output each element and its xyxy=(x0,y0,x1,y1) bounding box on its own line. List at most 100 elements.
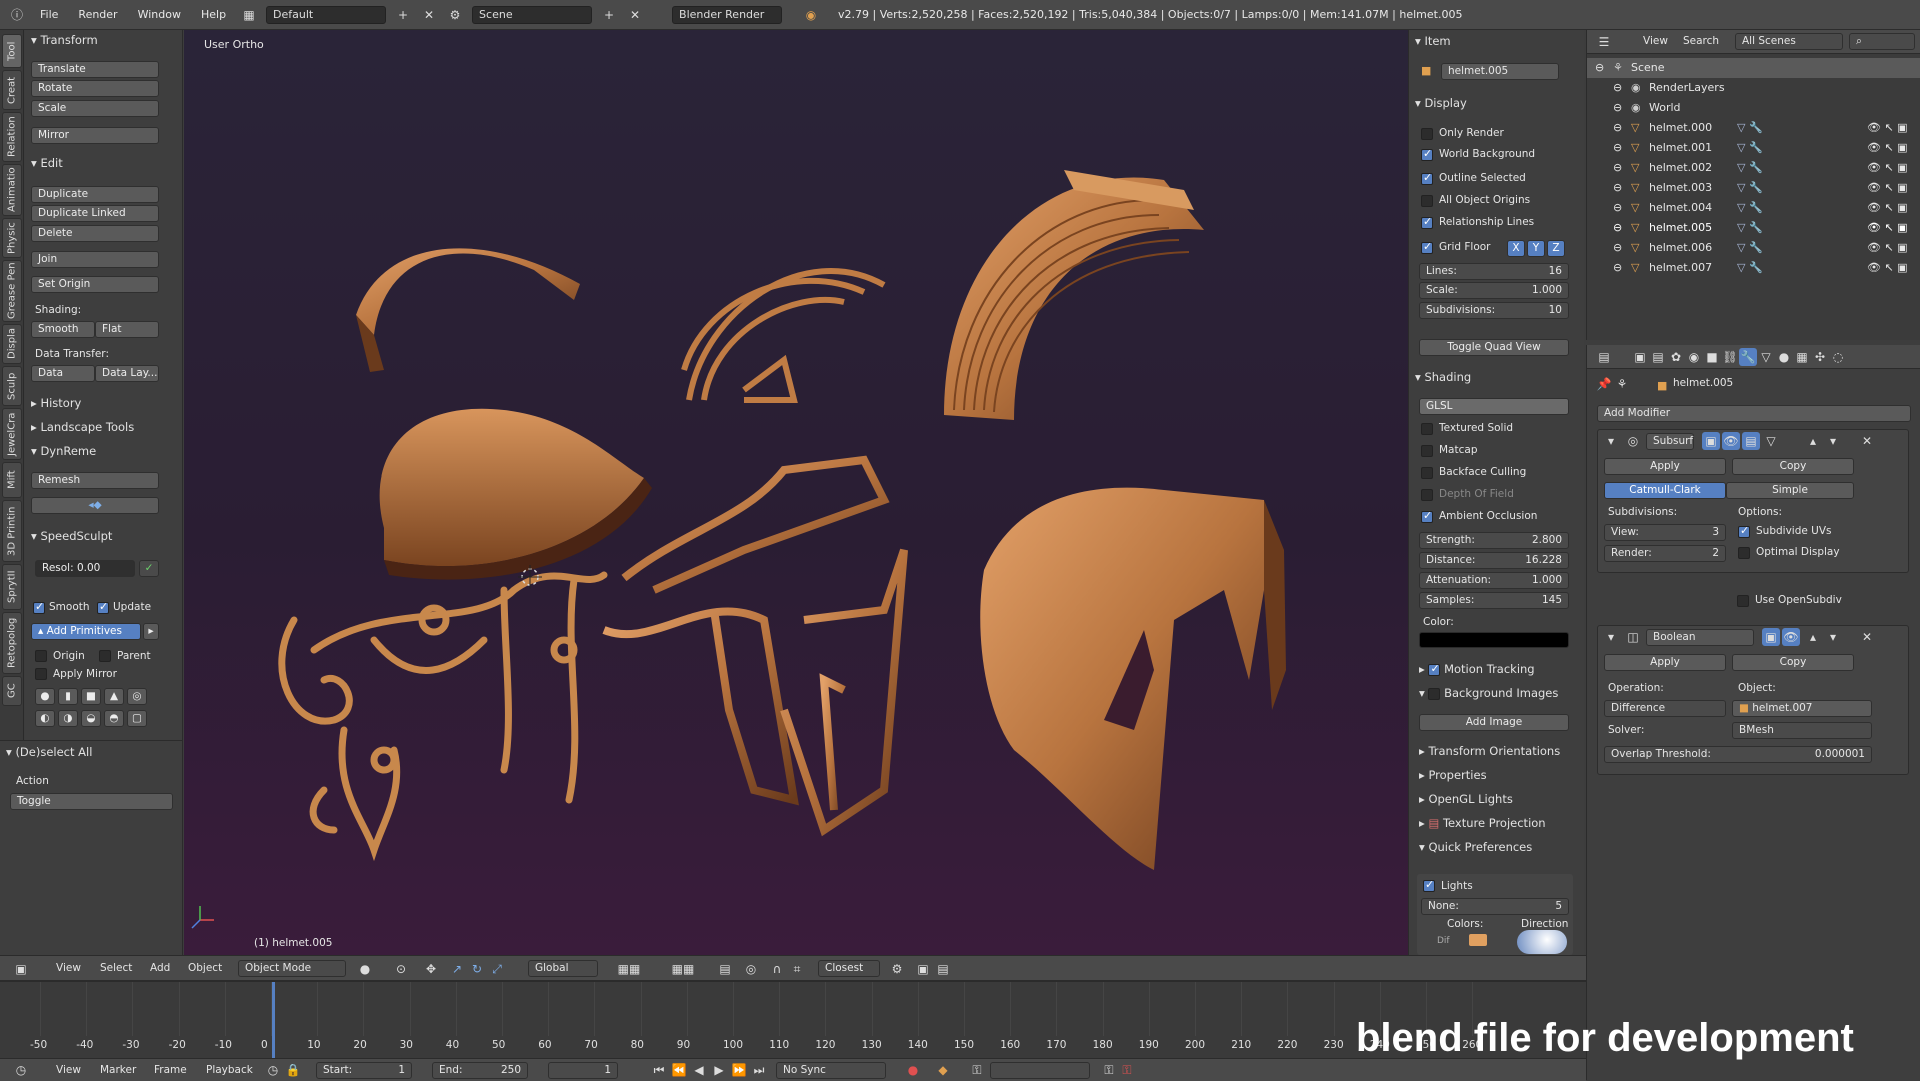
edit-panel-header[interactable]: ▾ Edit xyxy=(31,156,63,170)
translate-manipulator-icon[interactable]: ↗ xyxy=(448,960,466,978)
transform-panel-header[interactable]: ▾ Transform xyxy=(31,33,98,47)
cone-primitive-icon[interactable]: ▲ xyxy=(104,688,124,705)
current-frame-field[interactable]: 1 xyxy=(548,1062,618,1079)
outliner-row[interactable]: ⊖ ▽ helmet.000 ▽ 🔧 👁 ↖ ▣ xyxy=(1587,118,1920,138)
flat-button[interactable]: Flat xyxy=(95,321,159,338)
outliner-row[interactable]: ⊖ ▽ helmet.002 ▽ 🔧 👁 ↖ ▣ xyxy=(1587,158,1920,178)
ao-attenuation-field[interactable]: Attenuation: 1.000 xyxy=(1419,572,1569,589)
subsurf-copy-button[interactable]: Copy xyxy=(1732,458,1854,475)
render-camera-icon[interactable]: ▣ xyxy=(914,960,932,978)
cylinder-alt-primitive-icon[interactable]: ◑ xyxy=(58,710,78,727)
visibility-icon[interactable]: 👁 ↖ ▣ xyxy=(1867,241,1908,254)
outliner-row[interactable]: ⊖ ▽ helmet.006 ▽ 🔧 👁 ↖ ▣ xyxy=(1587,238,1920,258)
torus-primitive-icon[interactable]: ◎ xyxy=(127,688,147,705)
layers-grid-2-icon[interactable]: ▦▦ xyxy=(660,960,706,978)
keying-set-select[interactable] xyxy=(990,1062,1090,1079)
parent-checkbox[interactable] xyxy=(99,650,111,662)
end-frame-field[interactable]: End: 250 xyxy=(432,1062,528,1079)
sphere-alt-primitive-icon[interactable]: ◐ xyxy=(35,710,55,727)
overlap-threshold-field[interactable]: Overlap Threshold: 0.000001 xyxy=(1604,746,1872,763)
menu-render[interactable]: Render xyxy=(72,6,123,23)
keying-set-icon[interactable]: ⚿ xyxy=(968,1061,986,1079)
transform-orientations-header[interactable]: ▸ Transform Orientations xyxy=(1419,744,1560,758)
grid-x-toggle[interactable]: X xyxy=(1507,240,1525,257)
pivot-icon[interactable]: ⊙ xyxy=(392,960,410,978)
delete-button[interactable]: Delete xyxy=(31,225,159,242)
cube-alt-primitive-icon[interactable]: ◒ xyxy=(81,710,101,727)
expand-icon[interactable]: ⊖ xyxy=(1595,61,1604,74)
data-layers-button[interactable]: Data Lay... xyxy=(95,365,159,382)
jump-end-icon[interactable]: ⏭ xyxy=(750,1061,768,1079)
constraints-tab-icon[interactable]: ⛓ xyxy=(1721,348,1739,366)
update-checkbox[interactable] xyxy=(97,600,109,614)
menu-window[interactable]: Window xyxy=(132,6,187,23)
object-tab-icon[interactable]: ■ xyxy=(1703,348,1721,366)
cylinder-primitive-icon[interactable]: ▮ xyxy=(58,688,78,705)
menu-file[interactable]: File xyxy=(34,6,64,23)
sphere-primitive-icon[interactable]: ● xyxy=(35,688,55,705)
viewport-shading-icon[interactable]: ● xyxy=(356,960,374,978)
subsurf-remove-icon[interactable]: ✕ xyxy=(1858,432,1876,450)
operation-select[interactable]: Difference xyxy=(1604,700,1726,717)
menu-help[interactable]: Help xyxy=(195,6,232,23)
timeline-menu-marker[interactable]: Marker xyxy=(100,1064,136,1076)
visibility-icon[interactable]: 👁 ↖ ▣ xyxy=(1867,221,1908,234)
render-animation-icon[interactable]: ▤ xyxy=(934,960,952,978)
rotate-manipulator-icon[interactable]: ↻ xyxy=(468,960,486,978)
proportional-edit-icon[interactable]: ◎ xyxy=(742,960,760,978)
subdivide-uvs-checkbox[interactable] xyxy=(1738,524,1750,538)
timeline-editor-icon[interactable]: ◷ xyxy=(12,1061,30,1079)
visibility-icon[interactable]: 👁 ↖ ▣ xyxy=(1867,141,1908,154)
modifier-icon[interactable]: ▽ 🔧 xyxy=(1737,161,1763,174)
grid-y-toggle[interactable]: Y xyxy=(1527,240,1545,257)
expand-icon[interactable]: ⊖ xyxy=(1613,201,1622,214)
outliner-row[interactable]: ⊖ ▽ helmet.003 ▽ 🔧 👁 ↖ ▣ xyxy=(1587,178,1920,198)
shading-panel-header[interactable]: ▾ Shading xyxy=(1415,370,1471,384)
data-tab-icon[interactable]: ▽ xyxy=(1757,348,1775,366)
properties-editor-icon[interactable]: ▤ xyxy=(1595,348,1613,366)
scale-manipulator-icon[interactable]: ⤢ xyxy=(488,960,506,978)
outliner-scene-select[interactable]: All Scenes xyxy=(1735,33,1843,50)
modifier-icon[interactable]: ▽ 🔧 xyxy=(1737,121,1763,134)
grid-scale-field[interactable]: Scale: 1.000 xyxy=(1419,282,1569,299)
snap-element-icon[interactable]: ⌗ xyxy=(788,960,806,978)
tab-display[interactable]: Displa xyxy=(2,324,22,364)
subsurf-cage-toggle-icon[interactable]: ▽ xyxy=(1762,432,1780,450)
subsurf-render-toggle-icon[interactable]: ▣ xyxy=(1702,432,1720,450)
relationship-lines-checkbox[interactable] xyxy=(1421,215,1433,229)
world-tab-icon[interactable]: ◉ xyxy=(1685,348,1703,366)
tab-jewelcraft[interactable]: JewelCra xyxy=(2,408,22,460)
modifier-icon[interactable]: ▽ 🔧 xyxy=(1737,221,1763,234)
preview-range-icon[interactable]: ◷ xyxy=(264,1061,282,1079)
subsurf-move-up-icon[interactable]: ▴ xyxy=(1804,432,1822,450)
close-scene-icon[interactable]: ✕ xyxy=(626,6,644,24)
use-opensubdiv-checkbox[interactable] xyxy=(1737,595,1749,607)
start-frame-field[interactable]: Start: 1 xyxy=(316,1062,412,1079)
background-images-checkbox[interactable] xyxy=(1428,687,1441,700)
scene-field[interactable]: Scene xyxy=(472,5,593,24)
close-layout-icon[interactable]: ✕ xyxy=(420,6,438,24)
timeline-track-area[interactable]: -50 -40 -30 -20 -10 0 10 20 30 40 50 60 70 80 90 100 110… xyxy=(0,982,1586,1058)
quick-preferences-header[interactable]: ▾ Quick Preferences xyxy=(1419,840,1532,854)
outliner-row[interactable]: ⊖ ⚘ Scene xyxy=(1587,58,1920,78)
render-tab-icon[interactable]: ▣ xyxy=(1631,348,1649,366)
shading-mode-select[interactable]: GLSL xyxy=(1419,398,1569,415)
ambient-occlusion-checkbox[interactable] xyxy=(1421,509,1433,523)
origin-checkbox[interactable] xyxy=(35,650,47,662)
playhead[interactable] xyxy=(272,982,275,1058)
jump-start-icon[interactable]: ⏮ xyxy=(650,1061,668,1079)
outliner-row[interactable]: ⊖ ◉ RenderLayers xyxy=(1587,78,1920,98)
object-name-field[interactable]: helmet.005 xyxy=(1441,63,1559,80)
viewport-menu-object[interactable]: Object xyxy=(188,962,222,974)
optimal-display-checkbox[interactable] xyxy=(1738,547,1750,559)
viewport-menu-view[interactable]: View xyxy=(56,962,81,974)
add-modifier-select[interactable]: Add Modifier xyxy=(1597,405,1911,422)
tab-physics[interactable]: Physic xyxy=(2,218,22,258)
plane-primitive-icon[interactable]: ▢ xyxy=(127,710,147,727)
subsurf-apply-button[interactable]: Apply xyxy=(1604,458,1726,475)
world-background-checkbox[interactable] xyxy=(1421,147,1433,161)
expand-icon[interactable]: ⊖ xyxy=(1613,101,1622,114)
translate-button[interactable]: Translate xyxy=(31,61,159,78)
expand-icon[interactable]: ⊖ xyxy=(1613,161,1622,174)
apply-mirror-checkbox[interactable] xyxy=(35,668,47,680)
